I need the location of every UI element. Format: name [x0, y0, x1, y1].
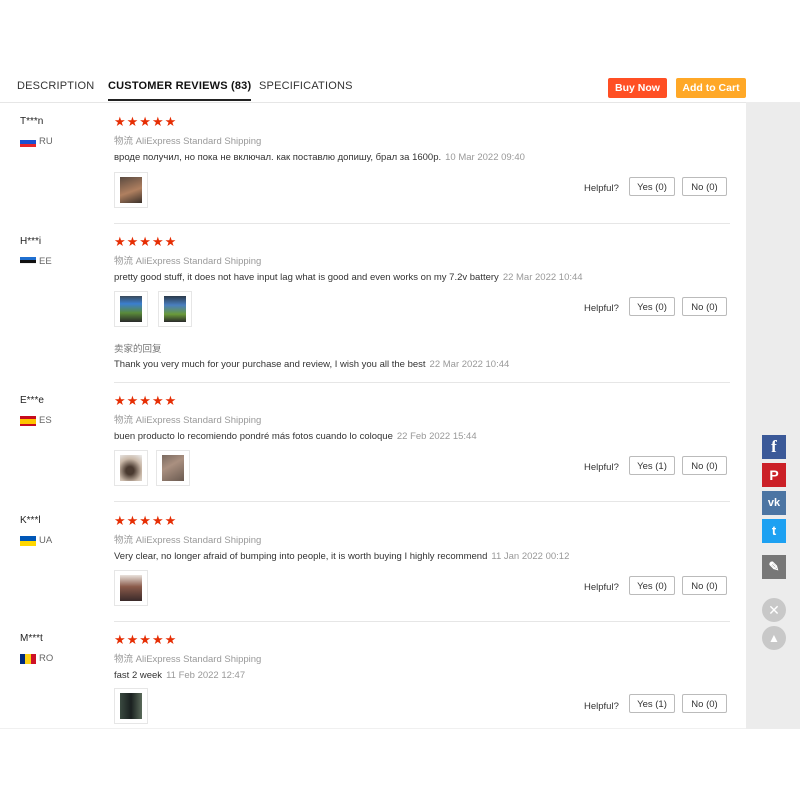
- divider: [114, 501, 730, 502]
- pinterest-icon[interactable]: P: [762, 463, 786, 487]
- review-photo[interactable]: [156, 450, 190, 486]
- vk-icon[interactable]: vk: [762, 491, 786, 515]
- divider: [0, 728, 746, 729]
- helpful-no-button[interactable]: No (0): [682, 456, 727, 475]
- divider: [114, 382, 730, 383]
- helpful-yes-button[interactable]: Yes (0): [629, 177, 675, 196]
- review-date: 22 Feb 2022 15:44: [396, 431, 477, 442]
- close-icon[interactable]: ✕: [762, 598, 786, 622]
- review-text: Very clear, no longer afraid of bumping …: [114, 551, 570, 562]
- edit-icon[interactable]: ✎: [762, 555, 786, 579]
- scroll-top-icon[interactable]: ▲: [762, 626, 786, 650]
- helpful-no-button[interactable]: No (0): [682, 694, 727, 713]
- review-date: 10 Mar 2022 09:40: [445, 152, 525, 163]
- review-photo[interactable]: [114, 450, 148, 486]
- helpful-yes-button[interactable]: Yes (1): [629, 694, 675, 713]
- review-date: 11 Jan 2022 00:12: [491, 551, 570, 562]
- review-text: buen producto lo recomiendo pondré más f…: [114, 431, 477, 442]
- helpful-label: Helpful?: [584, 462, 619, 473]
- review-photo[interactable]: [114, 570, 148, 606]
- helpful-yes-button[interactable]: Yes (0): [629, 576, 675, 595]
- reviewer-country: ES: [39, 415, 52, 426]
- tab-specifications[interactable]: SPECIFICATIONS: [259, 80, 353, 92]
- twitter-icon[interactable]: t: [762, 519, 786, 543]
- helpful-yes-button[interactable]: Yes (0): [629, 297, 675, 316]
- add-to-cart-button[interactable]: Add to Cart: [676, 78, 746, 98]
- reviewer-country: EE: [39, 256, 52, 267]
- review-date: 11 Feb 2022 12:47: [166, 670, 246, 681]
- helpful-label: Helpful?: [584, 701, 619, 712]
- reviewer-name: E***e: [20, 395, 44, 406]
- flag-ee-icon: [20, 257, 36, 267]
- review-date: 22 Mar 2022 10:44: [502, 272, 583, 283]
- review-text: pretty good stuff, it does not have inpu…: [114, 272, 583, 283]
- tab-customer-reviews[interactable]: CUSTOMER REVIEWS (83): [108, 80, 252, 101]
- flag-ru-icon: [20, 137, 36, 147]
- divider: [114, 621, 730, 622]
- reviewer-name: T***n: [20, 116, 44, 127]
- review-photo[interactable]: [114, 172, 148, 208]
- seller-reply-label: 卖家的回复: [114, 344, 162, 355]
- star-rating: ★★★★★: [114, 393, 178, 408]
- divider: [114, 223, 730, 224]
- reviewer-country: RO: [39, 653, 54, 664]
- shipping-info: 物流 AliExpress Standard Shipping: [114, 136, 262, 147]
- review-photo[interactable]: [114, 291, 148, 327]
- review-text: fast 2 week 11 Feb 2022 12:47: [114, 670, 246, 681]
- helpful-label: Helpful?: [584, 303, 619, 314]
- shipping-info: 物流 AliExpress Standard Shipping: [114, 654, 262, 665]
- reviewer-name: H***i: [20, 236, 42, 247]
- review-text: вроде получил, но пока не включал. как п…: [114, 152, 525, 163]
- helpful-yes-button[interactable]: Yes (1): [629, 456, 675, 475]
- flag-ro-icon: [20, 654, 36, 664]
- helpful-no-button[interactable]: No (0): [682, 576, 727, 595]
- seller-reply-text: Thank you very much for your purchase an…: [114, 359, 510, 370]
- seller-reply-date: 22 Mar 2022 10:44: [429, 359, 510, 370]
- shipping-info: 物流 AliExpress Standard Shipping: [114, 415, 262, 426]
- tab-description[interactable]: DESCRIPTION: [17, 80, 94, 92]
- review-photo[interactable]: [158, 291, 192, 327]
- flag-es-icon: [20, 416, 36, 426]
- facebook-icon[interactable]: f: [762, 435, 786, 459]
- reviewer-name: M***t: [20, 633, 43, 644]
- shipping-info: 物流 AliExpress Standard Shipping: [114, 256, 262, 267]
- star-rating: ★★★★★: [114, 513, 178, 528]
- star-rating: ★★★★★: [114, 114, 178, 129]
- reviewer-country: RU: [39, 136, 53, 147]
- buy-now-button[interactable]: Buy Now: [608, 78, 667, 98]
- flag-ua-icon: [20, 536, 36, 546]
- helpful-label: Helpful?: [584, 582, 619, 593]
- review-photo[interactable]: [114, 688, 148, 724]
- shipping-info: 物流 AliExpress Standard Shipping: [114, 535, 262, 546]
- star-rating: ★★★★★: [114, 632, 178, 647]
- helpful-no-button[interactable]: No (0): [682, 177, 727, 196]
- helpful-label: Helpful?: [584, 183, 619, 194]
- star-rating: ★★★★★: [114, 234, 178, 249]
- helpful-no-button[interactable]: No (0): [682, 297, 727, 316]
- reviewer-country: UA: [39, 535, 53, 546]
- reviewer-name: K***l: [20, 515, 41, 526]
